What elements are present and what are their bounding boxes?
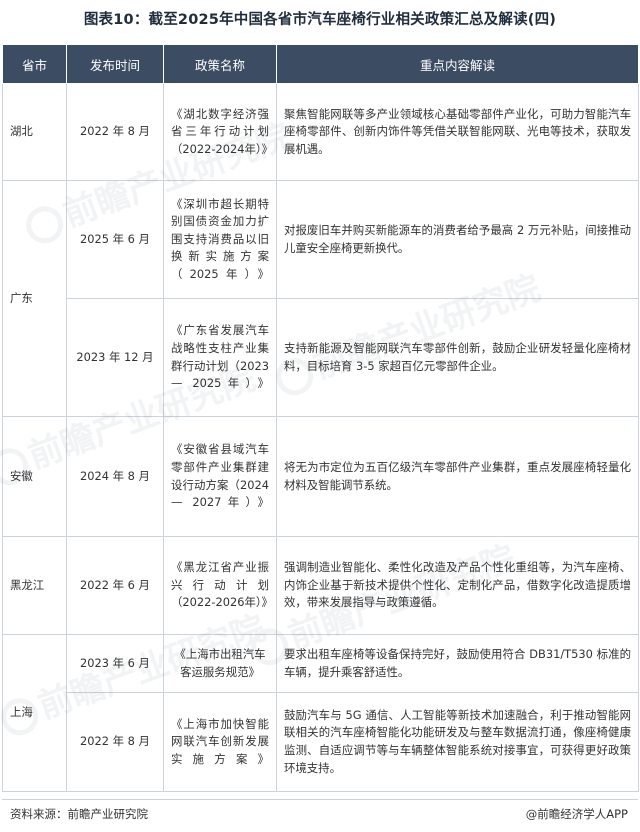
table-row: 安徽 2024 年 8 月 《安徽省县域汽车零部件产业集群建设行动方案（2024… (2, 416, 639, 537)
policy-name-cell: 《上海市出租汽车客运服务规范》 (163, 634, 277, 693)
table-row: 2022 年 8 月 《上海市加快智能网联汽车创新发展实施方案》 鼓励汽车与 5… (3, 692, 639, 792)
table-row: 湖北 2022 年 8 月 《湖北数字经济强省三年行动计划（2022-2024年… (2, 83, 639, 181)
table-row: 2023 年 12 月 《广东省发展汽车战略性支柱产业集群行动计划（2023 —… (3, 298, 639, 417)
policy-name-cell: 《黑龙江省产业振兴行动计划（2022-2026年）》 (163, 536, 277, 635)
brand-credit: @前瞻经济学人APP (525, 807, 628, 821)
table-row: 上海 2023 年 6 月 《上海市出租汽车客运服务规范》 要求出租车座椅等设备… (2, 634, 639, 792)
province-cell: 安徽 (2, 416, 67, 537)
date-cell: 2022 年 8 月 (66, 83, 164, 181)
date-cell: 2024 年 8 月 (66, 416, 164, 537)
chart-title: 图表10：截至2025年中国各省市汽车座椅行业相关政策汇总及解读(四) (83, 12, 557, 28)
content-cell: 将无为市定位为五百亿级汽车零部件产业集群，重点发展座椅轻量化材料及智能调节系统。 (276, 416, 639, 537)
content-cell: 对报废旧车并购买新能源车的消费者给予最高 2 万元补贴，间接推动儿童安全座椅更新… (276, 180, 639, 299)
province-cell: 湖北 (2, 83, 67, 181)
policy-table: 省市 发布时间 政策名称 重点内容解读 湖北 2022 年 8 月 《湖北数字经… (2, 44, 639, 792)
province-cell: 黑龙江 (2, 536, 67, 635)
policy-name-cell: 《上海市加快智能网联汽车创新发展实施方案》 (163, 692, 277, 792)
content-cell: 鼓励汽车与 5G 通信、人工智能等新技术加速融合，利于推动智能网联相关的汽车座椅… (276, 692, 639, 792)
header-province: 省市 (2, 44, 67, 84)
date-cell: 2025 年 6 月 (66, 180, 164, 299)
table-row: 广东 2025 年 6 月 《深圳市超长期特别国债资金加力扩围支持消费品以旧换新… (2, 180, 639, 417)
content-cell: 支持新能源及智能网联汽车零部件创新，鼓励企业研发轻量化座椅材料，目标培育 3-5… (276, 298, 639, 417)
date-cell: 2022 年 6 月 (66, 536, 164, 635)
footer-divider (2, 799, 638, 800)
content-cell: 聚焦智能网联等多产业领域核心基础零部件产业化，可助力智能汽车座椅零部件、创新内饰… (276, 83, 639, 181)
policy-name-cell: 《深圳市超长期特别国债资金加力扩围支持消费品以旧换新实施方案（2025年）》 (163, 180, 277, 299)
province-cell: 广东 (2, 180, 67, 417)
policy-name-cell: 《湖北数字经济强省三年行动计划（2022-2024年）》 (163, 83, 277, 181)
header-key-content: 重点内容解读 (276, 44, 639, 84)
policy-name-cell: 《安徽省县域汽车零部件产业集群建设行动方案（2024 — 2027年）》 (163, 416, 277, 537)
province-cell: 上海 (2, 634, 67, 792)
header-policy-name: 政策名称 (163, 44, 277, 84)
date-cell: 2023 年 6 月 (66, 634, 164, 693)
date-cell: 2023 年 12 月 (66, 298, 164, 417)
table-row: 黑龙江 2022 年 6 月 《黑龙江省产业振兴行动计划（2022-2026年）… (2, 536, 639, 635)
content-cell: 要求出租车座椅等设备保持完好，鼓励使用符合 DB31/T530 标准的车辆，提升… (276, 634, 639, 693)
source-note: 资料来源：前瞻产业研究院 (10, 807, 148, 821)
content-cell: 强调制造业智能化、柔性化改造及产品个性化重组等，为汽车座椅、内饰企业基于新技术提… (276, 536, 639, 635)
table-header-row: 省市 发布时间 政策名称 重点内容解读 (2, 44, 639, 84)
date-cell: 2022 年 8 月 (66, 692, 164, 792)
policy-name-cell: 《广东省发展汽车战略性支柱产业集群行动计划（2023 — 2025年）》 (163, 298, 277, 417)
header-date: 发布时间 (66, 44, 164, 84)
